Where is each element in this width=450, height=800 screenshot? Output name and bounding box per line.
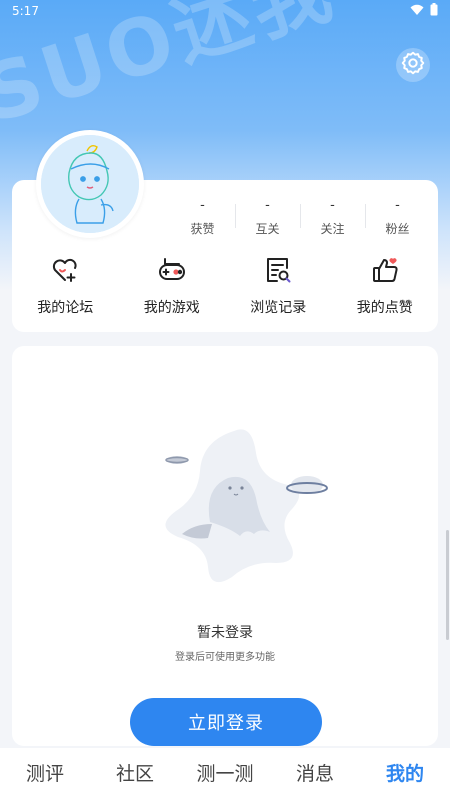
stat-likes[interactable]: - 获赞	[170, 196, 235, 240]
stat-label: 关注	[320, 222, 345, 236]
bottom-nav: 测评 社区 测一测 消息 我的	[0, 748, 450, 800]
shortcut-label: 我的游戏	[143, 300, 200, 316]
shortcut-my-games[interactable]: 我的游戏	[124, 255, 220, 325]
stat-following[interactable]: - 关注	[300, 196, 365, 240]
thumbs-up-icon	[370, 255, 400, 285]
shortcut-label: 浏览记录	[250, 300, 307, 316]
shortcut-my-forum[interactable]: 我的论坛	[17, 255, 113, 325]
stat-value: -	[395, 198, 400, 213]
cartoon-avatar-icon	[41, 135, 139, 233]
nav-tab-mine[interactable]: 我的	[360, 748, 450, 800]
empty-state-subtitle: 登录后可使用更多功能	[175, 652, 275, 663]
status-icons	[410, 3, 438, 16]
login-button[interactable]: 立即登录	[130, 698, 322, 746]
battery-icon	[430, 3, 438, 16]
stat-label: 互关	[255, 222, 280, 236]
nav-tab-community[interactable]: 社区	[90, 748, 180, 800]
shortcut-row: 我的论坛 我的游戏 浏览记录 我的点赞	[12, 255, 438, 325]
nav-tab-quiz[interactable]: 测一测	[180, 748, 270, 800]
gear-icon	[400, 50, 426, 80]
history-search-icon	[263, 255, 293, 285]
status-time: 5:17	[12, 4, 39, 18]
nav-tab-messages[interactable]: 消息	[270, 748, 360, 800]
nav-tab-review[interactable]: 测评	[0, 748, 90, 800]
shortcut-browse-history[interactable]: 浏览记录	[230, 255, 326, 325]
settings-button[interactable]	[396, 48, 430, 82]
profile-stats: - 获赞 - 互关 - 关注 - 粉丝	[170, 196, 430, 240]
avatar[interactable]	[36, 130, 144, 238]
stat-value: -	[330, 198, 335, 213]
heart-plus-icon	[50, 255, 80, 285]
stat-mutual[interactable]: - 互关	[235, 196, 300, 240]
stat-value: -	[265, 198, 270, 213]
empty-state-title: 暂未登录	[197, 625, 253, 641]
stat-label: 获赞	[190, 222, 215, 236]
wifi-icon	[410, 4, 424, 16]
stat-followers[interactable]: - 粉丝	[365, 196, 430, 240]
stat-label: 粉丝	[385, 222, 410, 236]
shortcut-my-likes[interactable]: 我的点赞	[337, 255, 433, 325]
status-bar: 5:17	[0, 0, 450, 22]
shortcut-label: 我的点赞	[356, 300, 413, 316]
stat-value: -	[200, 198, 205, 213]
scrollbar[interactable]	[446, 530, 449, 640]
empty-state-card: 暂未登录 登录后可使用更多功能	[12, 346, 438, 746]
ghost-space-illustration	[152, 426, 332, 586]
gamepad-icon	[157, 255, 187, 285]
shortcut-label: 我的论坛	[37, 300, 94, 316]
